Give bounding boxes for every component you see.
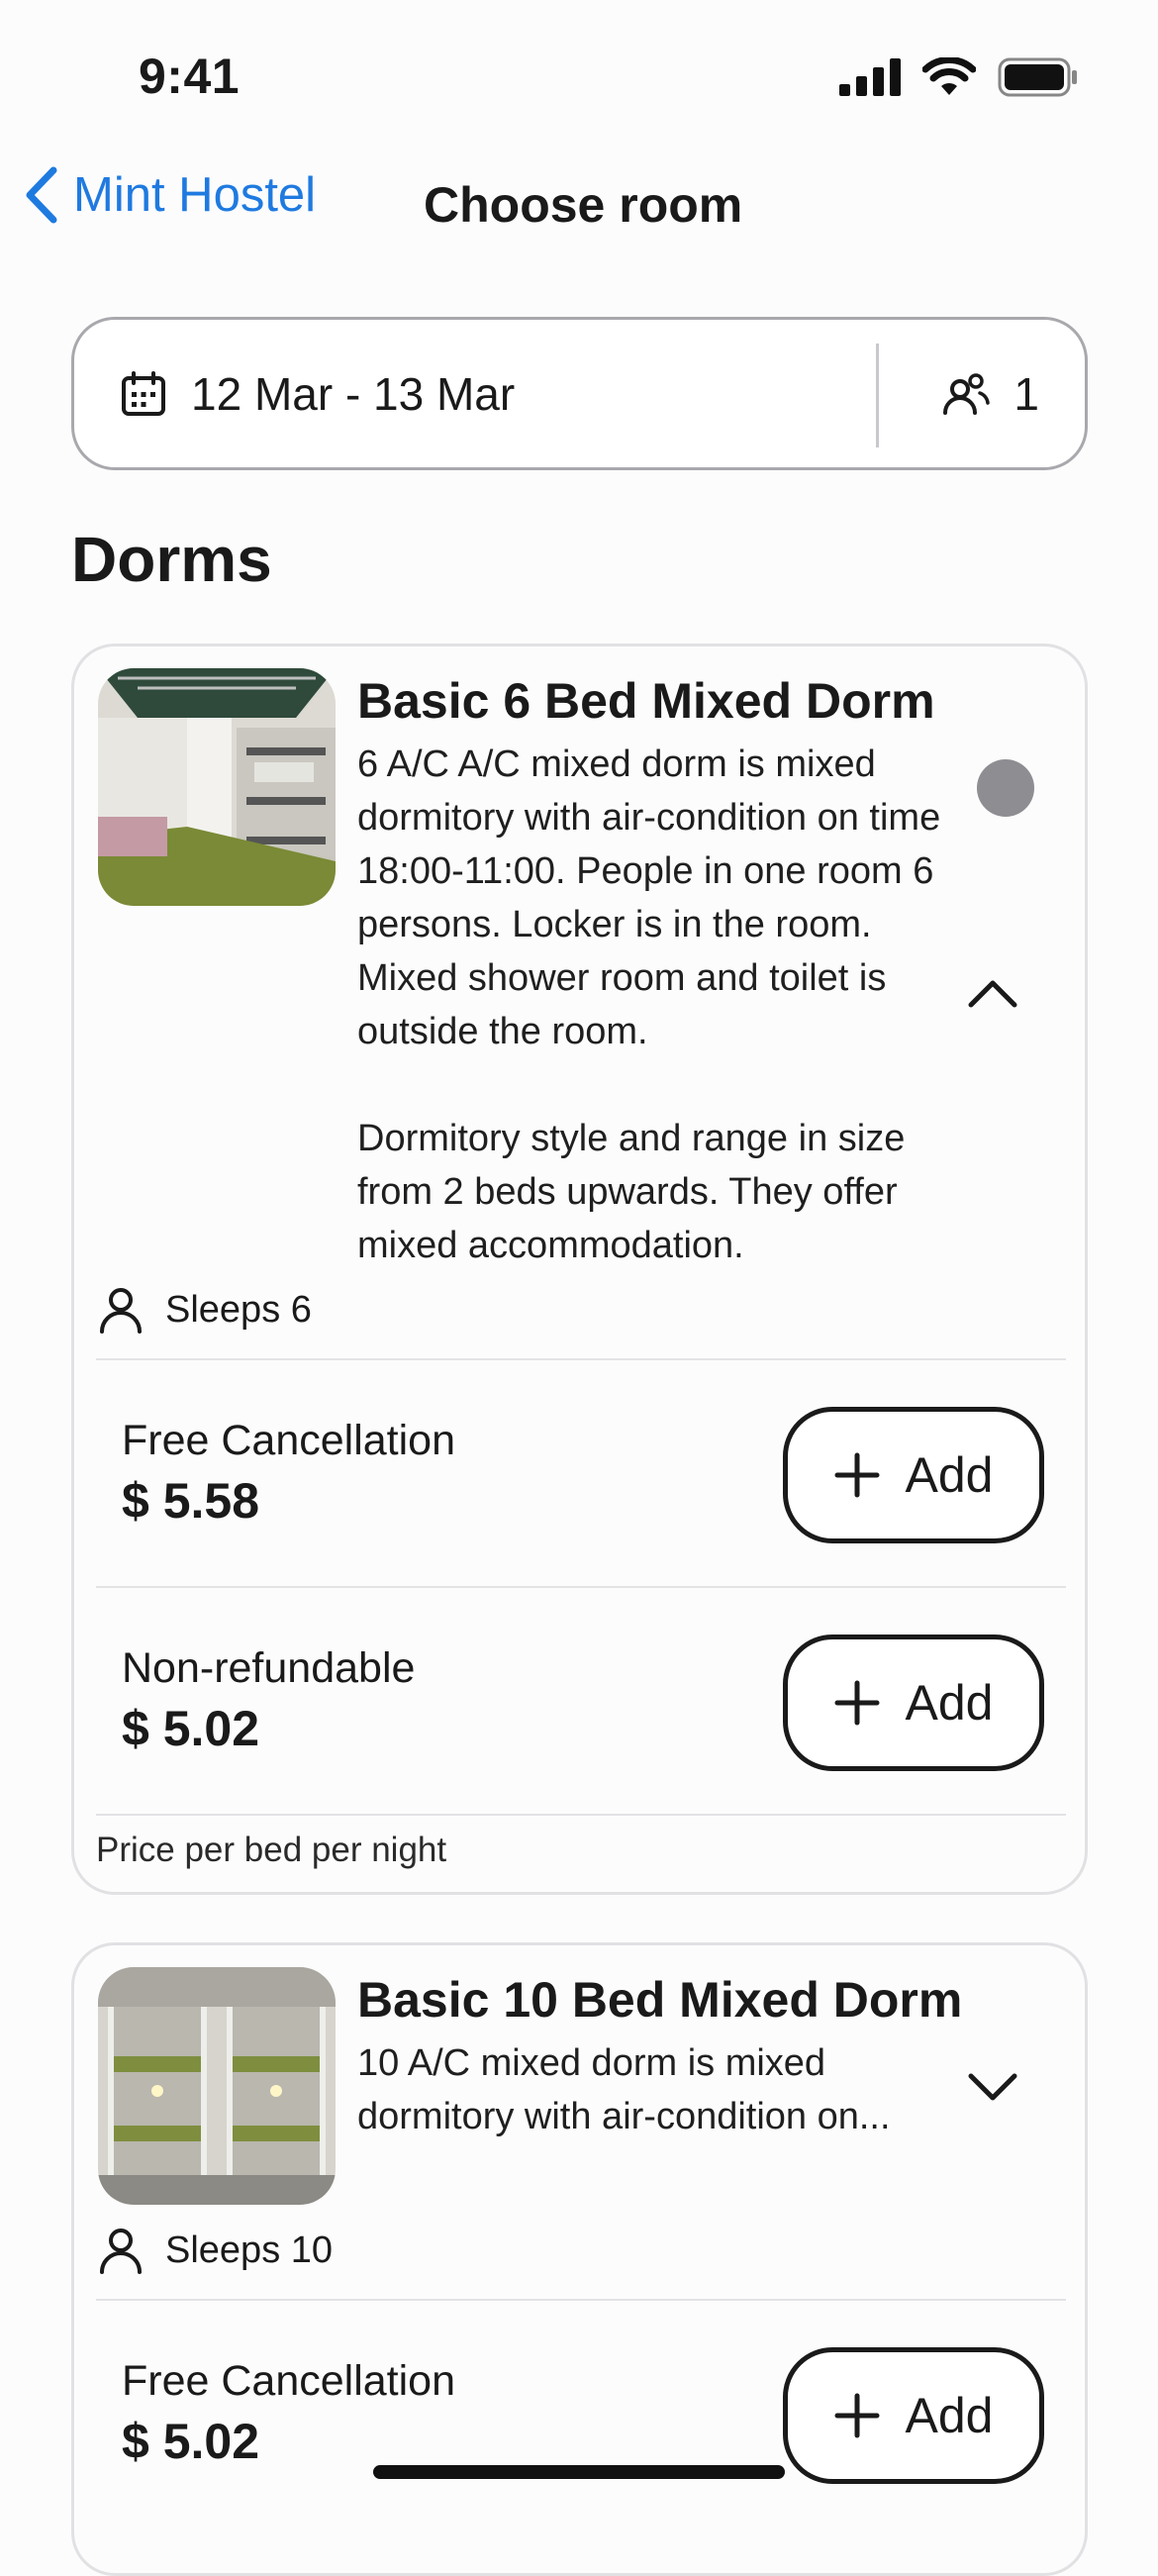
date-range-picker[interactable]: 12 Mar - 13 Mar xyxy=(120,367,515,421)
search-divider xyxy=(876,344,879,447)
search-bar: 12 Mar - 13 Mar 1 xyxy=(71,317,1088,470)
status-time: 9:41 xyxy=(139,49,241,104)
wifi-icon xyxy=(922,57,976,95)
users-icon xyxy=(943,373,991,415)
rate-price: $ 5.02 xyxy=(122,2414,260,2469)
status-icons xyxy=(839,57,1079,97)
section-title-dorms: Dorms xyxy=(71,524,272,595)
person-icon xyxy=(100,2229,142,2274)
add-button-label: Add xyxy=(905,2388,994,2443)
signal-icon xyxy=(839,58,901,96)
room-description: 10 A/C mixed dorm is mixed dormitory wit… xyxy=(357,2042,891,2137)
add-button[interactable]: Add xyxy=(783,2347,1044,2484)
sleeps-label: Sleeps 10 xyxy=(165,2229,334,2271)
plus-icon xyxy=(834,1452,880,1498)
plus-icon xyxy=(834,2393,880,2438)
chevron-up-icon[interactable] xyxy=(963,973,1022,1013)
chevron-left-icon xyxy=(26,166,57,224)
date-range-text: 12 Mar - 13 Mar xyxy=(191,368,516,420)
page-title: Choose room xyxy=(424,177,743,233)
room-select-indicator[interactable] xyxy=(977,759,1034,817)
price-footnote: Price per bed per night xyxy=(96,1831,447,1869)
battery-icon xyxy=(998,57,1077,97)
sleeps-info: Sleeps 6 xyxy=(98,1286,312,1334)
room-name: Basic 10 Bed Mixed Dorm xyxy=(357,1972,963,2028)
calendar-icon xyxy=(122,371,165,416)
room-card: Basic 10 Bed Mixed Dorm 10 A/C mixed dor… xyxy=(71,1942,1088,2576)
room-name: Basic 6 Bed Mixed Dorm xyxy=(357,673,935,729)
rate-label: Free Cancellation xyxy=(122,2357,456,2405)
divider xyxy=(96,1358,1066,1360)
rate-label: Free Cancellation xyxy=(122,1417,456,1464)
plus-icon xyxy=(834,1680,880,1726)
guest-count: 1 xyxy=(1013,368,1039,420)
add-button-label: Add xyxy=(905,1675,994,1731)
guest-count-picker[interactable]: 1 xyxy=(942,367,1039,421)
divider xyxy=(96,2299,1066,2301)
room-photo xyxy=(98,1967,336,2205)
chevron-down-icon[interactable] xyxy=(963,2066,1022,2106)
divider xyxy=(96,1814,1066,1816)
rate-label: Non-refundable xyxy=(122,1644,416,1692)
rate-price: $ 5.02 xyxy=(122,1701,260,1756)
sleeps-info: Sleeps 10 xyxy=(98,2227,333,2274)
divider xyxy=(96,1586,1066,1588)
add-button[interactable]: Add xyxy=(783,1635,1044,1771)
sleeps-label: Sleeps 6 xyxy=(165,1288,312,1331)
room-photo xyxy=(98,668,336,906)
rate-price: $ 5.58 xyxy=(122,1473,260,1529)
room-description: 6 A/C A/C mixed dorm is mixed dormitory … xyxy=(357,743,941,1266)
home-indicator[interactable] xyxy=(373,2465,785,2479)
add-button-label: Add xyxy=(905,1447,994,1503)
person-icon xyxy=(100,1288,142,1334)
back-label: Mint Hostel xyxy=(73,168,317,222)
room-card: Basic 6 Bed Mixed Dorm 6 A/C A/C mixed d… xyxy=(71,644,1088,1895)
back-button[interactable]: Mint Hostel xyxy=(24,166,316,224)
add-button[interactable]: Add xyxy=(783,1407,1044,1543)
